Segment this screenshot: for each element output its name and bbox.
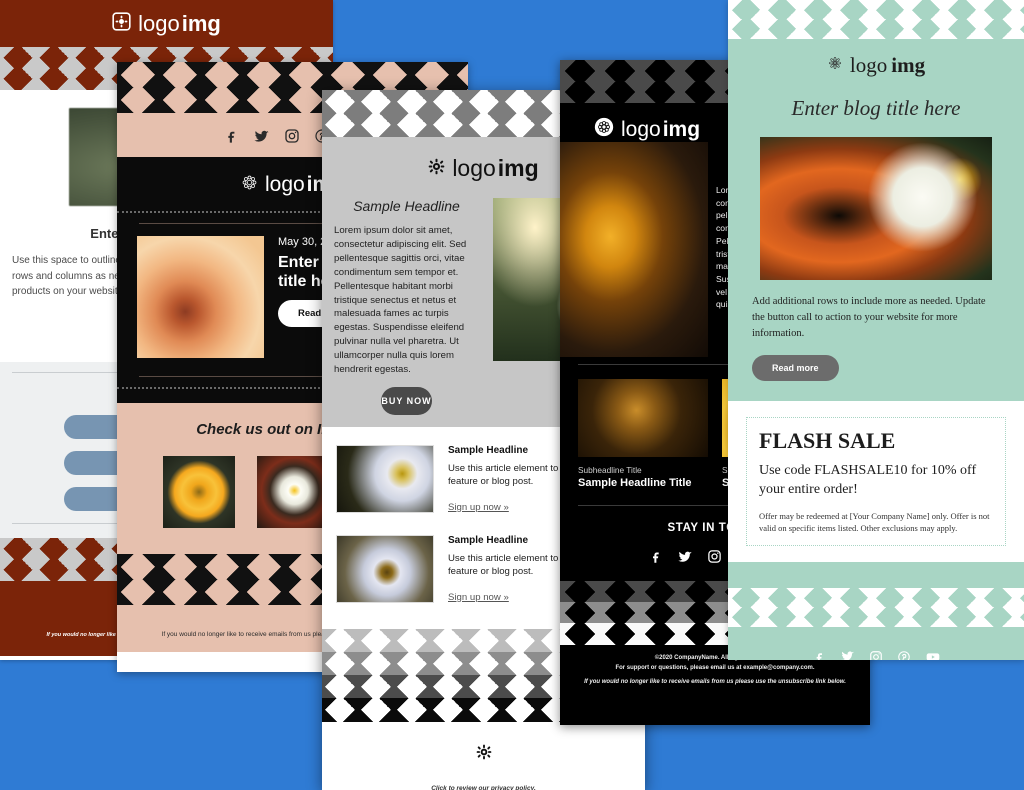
card4-logo-text-light: logo [621, 117, 661, 141]
card3-body-text: Lorem ipsum dolor sit amet, consectetur … [334, 225, 467, 376]
youtube-icon[interactable] [925, 649, 941, 660]
card5-logo-text-bold: img [891, 53, 926, 77]
card5-chevron-foot-1 [728, 587, 1024, 608]
card2-instagram-image-1[interactable] [162, 456, 235, 528]
template-gallery-canvas: logo img Enter your headline here Use th… [0, 0, 1024, 790]
flower-icon [827, 55, 843, 76]
card4-logo-text-bold: img [662, 117, 701, 141]
flower-gear-icon [241, 174, 258, 196]
pinterest-icon[interactable] [897, 650, 911, 660]
card1-logo-text-light: logo [138, 10, 180, 36]
card5-chevron-foot-2 [728, 606, 1024, 627]
card3-logo-text-light: logo [452, 155, 496, 181]
email-template-card-mint[interactable]: logo img Enter blog title here Add addit… [728, 0, 1024, 660]
card4-tile-1-title: Sample Headline Title [578, 477, 692, 490]
card3-article-2-image [336, 534, 434, 603]
card2-logo-text-light: logo [264, 173, 305, 196]
gear-icon [476, 744, 491, 759]
facebook-icon[interactable] [648, 549, 663, 564]
facebook-icon[interactable] [812, 650, 826, 660]
card3-article-1-link[interactable]: Sign up now » [448, 502, 509, 513]
card5-sale-body: Use code FLASHSALE10 for 10% off your en… [759, 463, 977, 498]
flower-circle-icon [594, 117, 614, 142]
table-row[interactable]: Subheadline Title Sample Headline Title [578, 379, 708, 489]
card3-buy-now-button[interactable]: BUY NOW [381, 386, 432, 415]
card3-headline: Sample Headline [353, 198, 460, 214]
card5-chevron-top2 [728, 19, 1024, 39]
card5-sale-fine-print: Offer may be redeemed at [Your Company N… [759, 511, 990, 534]
gear-square-icon [112, 11, 131, 36]
card5-social-row[interactable] [728, 627, 1024, 660]
instagram-icon[interactable] [869, 650, 883, 660]
card2-feature-image [137, 236, 264, 358]
card5-read-more-button[interactable]: Read more [752, 355, 839, 382]
card3-logo-text-bold: img [497, 155, 539, 181]
card5-footer: HOME | TERMS | UNSUBSCRIBE If you would … [728, 561, 1024, 660]
twitter-icon[interactable] [840, 649, 855, 660]
card5-sale-section: FLASH SALE Use code FLASHSALE10 for 10% … [728, 401, 1024, 562]
card3-privacy-link[interactable]: Click to review our privacy policy. [322, 785, 645, 790]
gear-icon [428, 158, 445, 180]
card5-chevron-top1 [728, 0, 1024, 20]
card1-logo: logo img [112, 11, 221, 37]
card1-logo-text-bold: img [181, 10, 221, 36]
card5-hero-image [760, 137, 992, 280]
twitter-icon[interactable] [677, 549, 693, 565]
facebook-icon[interactable] [223, 128, 239, 144]
card4-tile-1-image [578, 379, 708, 458]
card5-body-text: Add additional rows to include more as n… [752, 296, 986, 339]
card5-logo-text-light: logo [849, 53, 888, 77]
card5-heading: Enter blog title here [791, 96, 961, 120]
card3-footer-logo [322, 744, 645, 765]
card4-tile-1-sub: Subheadline Title [578, 465, 642, 476]
card2-chevron-top1 [117, 62, 468, 88]
instagram-icon[interactable] [707, 549, 722, 564]
card5-sale-title: FLASH SALE [759, 428, 896, 454]
card5-logo: logo img [728, 39, 1024, 96]
card1-header: logo img [0, 0, 333, 47]
card4-support: For support or questions, please email u… [615, 665, 815, 672]
card4-hero-image [560, 142, 708, 357]
instagram-icon[interactable] [284, 128, 300, 144]
card3-article-2-link[interactable]: Sign up now » [448, 592, 509, 603]
card2-instagram-image-2[interactable] [256, 456, 329, 528]
twitter-icon[interactable] [253, 128, 270, 145]
card3-article-1-image [336, 444, 434, 513]
card4-footer-note: If you would no longer like to receive e… [584, 679, 846, 686]
